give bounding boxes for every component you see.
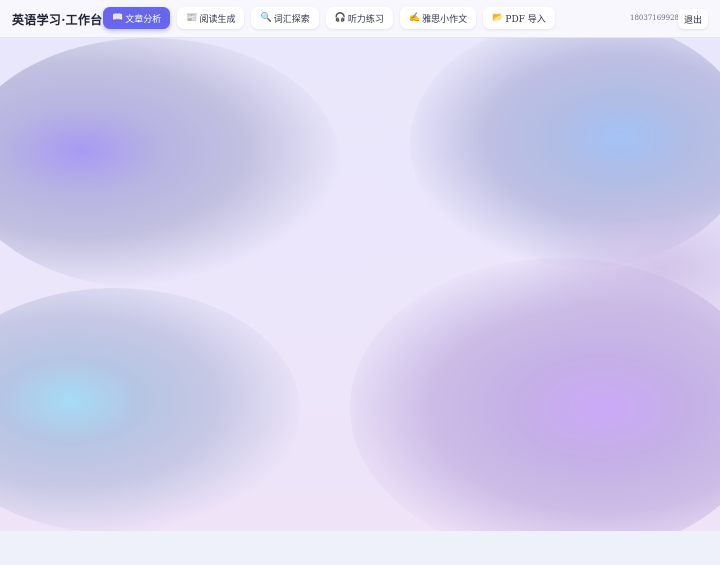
magnifier-icon: 🔍 — [260, 12, 272, 23]
tab-article-analysis[interactable]: 📖 文章分析 — [103, 7, 171, 29]
tab-label: 词汇探索 — [273, 14, 310, 25]
newspaper-icon: 📰 — [186, 12, 198, 23]
top-navigation-bar: 英语学习·工作台 📖 文章分析 📰 阅读生成 🔍 词汇探索 🎧 听力练习 ✍️ … — [0, 0, 720, 38]
main-tabs: 📖 文章分析 📰 阅读生成 🔍 词汇探索 🎧 听力练习 ✍️ 雅思小作文 📂 P… — [103, 7, 555, 29]
folder-icon: 📂 — [492, 12, 504, 23]
tab-label: 文章分析 — [125, 14, 162, 25]
background-blob-bottom-left — [0, 288, 300, 531]
tab-ielts-writing[interactable]: ✍️ 雅思小作文 — [399, 7, 477, 29]
background-blob-bottom-right — [350, 258, 720, 531]
tab-listening-practice[interactable]: 🎧 听力练习 — [325, 7, 393, 29]
writing-hand-icon: ✍️ — [408, 12, 421, 23]
app-title: 英语学习·工作台 — [12, 13, 103, 27]
tab-label: 雅思小作文 — [422, 14, 468, 25]
user-phone: 18037169928 — [630, 14, 679, 22]
tab-label: 阅读生成 — [199, 14, 236, 25]
background-canvas — [0, 38, 720, 531]
tab-label: 听力练习 — [347, 14, 384, 25]
book-icon: 📖 — [112, 12, 124, 23]
logout-button[interactable]: 退出 — [678, 9, 708, 29]
tab-pdf-import[interactable]: 📂 PDF 导入 — [483, 7, 555, 29]
tab-vocabulary-explore[interactable]: 🔍 词汇探索 — [251, 7, 319, 29]
headphones-icon: 🎧 — [334, 12, 346, 23]
background-blob-top-left — [0, 38, 340, 288]
app-window: 英语学习·工作台 📖 文章分析 📰 阅读生成 🔍 词汇探索 🎧 听力练习 ✍️ … — [0, 0, 720, 565]
tab-label: PDF 导入 — [505, 14, 546, 25]
tab-reading-generation[interactable]: 📰 阅读生成 — [177, 7, 245, 29]
